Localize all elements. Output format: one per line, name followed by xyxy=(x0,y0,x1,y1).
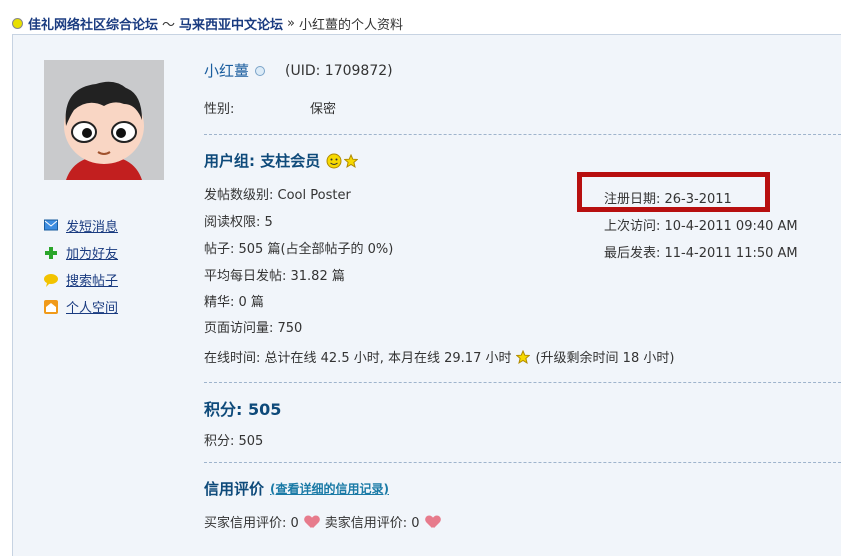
last-visit: 上次访问: 10-4-2011 09:40 AM xyxy=(604,219,798,234)
gender-row: 性别: 保密 xyxy=(204,98,336,117)
avatar-image xyxy=(44,60,164,180)
breadcrumb: 佳礼网络社区综合论坛 ～ 马来西亚中文论坛 » 小红薑的个人资料 xyxy=(12,12,841,34)
sidebar-item-search-posts[interactable]: 搜索帖子 xyxy=(44,266,118,293)
divider xyxy=(204,134,841,135)
heart-icon xyxy=(305,516,319,528)
breadcrumb-forum-link[interactable]: 佳礼网络社区综合论坛 xyxy=(28,14,158,33)
sidebar-item-label[interactable]: 个人空间 xyxy=(66,297,118,316)
daily-average: 平均每日发帖: 31.82 篇 xyxy=(204,269,345,284)
post-level: 发帖数级别: Cool Poster xyxy=(204,188,351,203)
sidebar-item-send-message[interactable]: 发短消息 xyxy=(44,212,118,239)
online-time: 在线时间: 总计在线 42.5 小时, 本月在线 29.17 小时 xyxy=(204,351,512,366)
breadcrumb-tilde: ～ xyxy=(162,17,176,33)
sidebar: 发短消息 加为好友 搜索帖子 个人空间 xyxy=(44,212,118,320)
sidebar-item-label[interactable]: 加为好友 xyxy=(66,243,118,262)
envelope-icon xyxy=(44,219,58,233)
forum-status-icon xyxy=(12,17,23,29)
home-icon xyxy=(44,299,58,314)
sidebar-item-add-friend[interactable]: 加为好友 xyxy=(44,239,118,266)
sidebar-item-label[interactable]: 发短消息 xyxy=(66,216,118,235)
group-title: 用户组: 支柱会员 xyxy=(204,152,321,170)
divider xyxy=(204,462,841,463)
breadcrumb-current: 小红薑的个人资料 xyxy=(299,17,404,33)
speech-bubble-icon xyxy=(44,273,58,287)
smiley-icon xyxy=(326,153,342,168)
digest-count: 精华: 0 篇 xyxy=(204,295,264,310)
gender-label: 性别: xyxy=(204,102,235,117)
name-row: 小红薑 (UID: 1709872) xyxy=(204,60,393,81)
credit-history-link[interactable]: (查看详细的信用记录) xyxy=(270,480,389,497)
seller-credit: 卖家信用评价: 0 xyxy=(324,516,420,531)
breadcrumb-separator: » xyxy=(287,15,296,31)
divider xyxy=(204,382,841,383)
page-views: 页面访问量: 750 xyxy=(204,321,303,336)
sidebar-item-label[interactable]: 搜索帖子 xyxy=(66,270,118,289)
plus-icon xyxy=(44,246,58,260)
star-icon xyxy=(516,349,531,364)
upgrade-time: (升级剩余时间 18 小时) xyxy=(535,351,675,366)
offline-status-icon xyxy=(255,65,266,76)
register-date-highlight xyxy=(577,172,770,212)
credit-row: 买家信用评价: 0 卖家信用评价: 0 xyxy=(204,512,446,531)
last-post: 最后发表: 11-4-2011 11:50 AM xyxy=(604,246,798,261)
user-id: (UID: 1709872) xyxy=(285,62,393,79)
heart-icon xyxy=(426,516,440,528)
online-time-row: 在线时间: 总计在线 42.5 小时, 本月在线 29.17 小时 (升级剩余时… xyxy=(204,347,674,366)
read-permission: 阅读权限: 5 xyxy=(204,215,273,230)
buyer-credit: 买家信用评价: 0 xyxy=(204,516,299,531)
avatar xyxy=(44,60,164,180)
breadcrumb-subforum-link[interactable]: 马来西亚中文论坛 xyxy=(179,14,283,33)
credit-title-row: 信用评价 (查看详细的信用记录) xyxy=(204,478,389,499)
credit-title: 信用评价 xyxy=(204,480,265,498)
points-value: 积分: 505 xyxy=(204,434,264,449)
sidebar-item-personal-space[interactable]: 个人空间 xyxy=(44,293,118,320)
points-title: 积分: 505 xyxy=(204,400,282,419)
username: 小红薑 xyxy=(204,62,250,80)
star-icon xyxy=(344,153,359,168)
post-count: 帖子: 505 篇(占全部帖子的 0%) xyxy=(204,242,394,257)
gender-value: 保密 xyxy=(310,102,337,117)
group-title-row: 用户组: 支柱会员 xyxy=(204,150,359,171)
